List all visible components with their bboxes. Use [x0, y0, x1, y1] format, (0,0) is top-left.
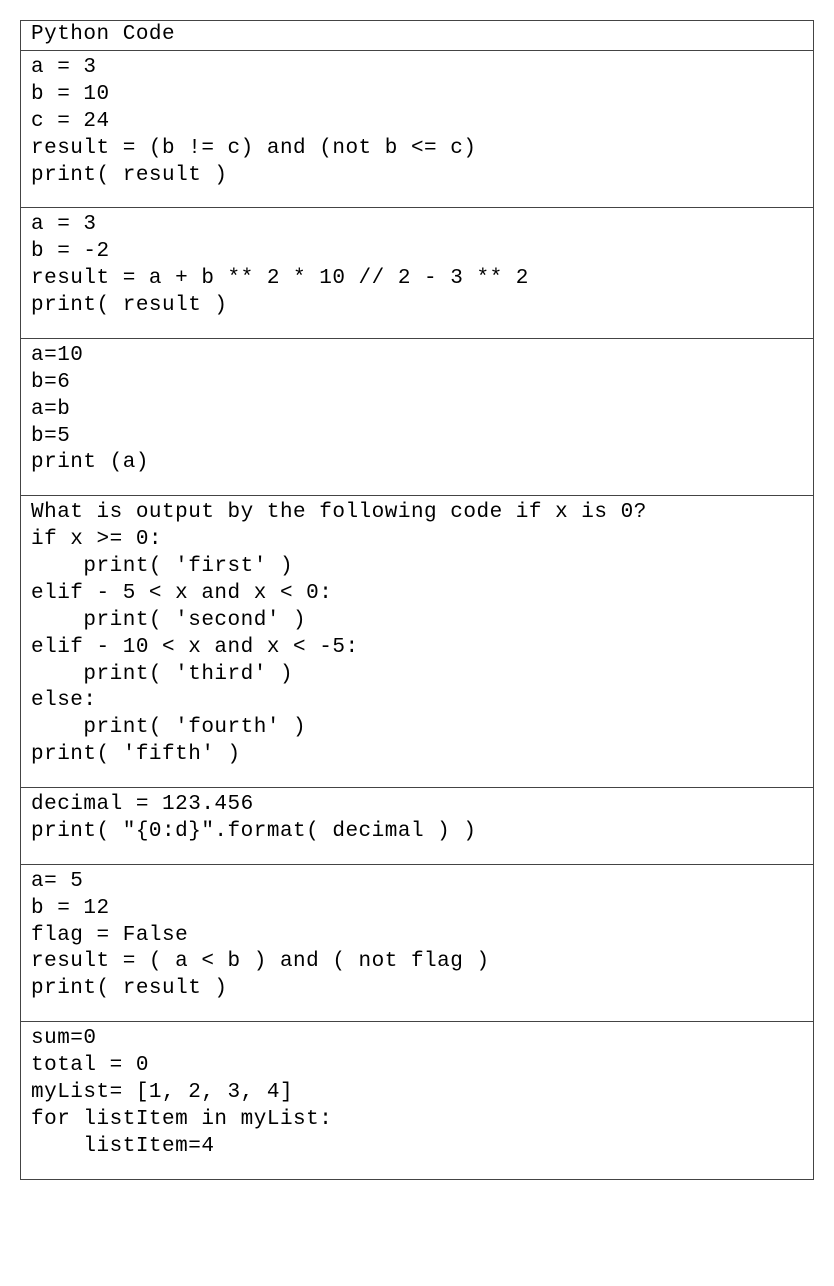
table-row: a = 3 b = -2 result = a + b ** 2 * 10 //… — [21, 208, 813, 339]
code-block: a=10 b=6 a=b b=5 print (a) — [31, 343, 803, 477]
code-block: decimal = 123.456 print( "{0:d}".format(… — [31, 792, 803, 846]
code-table: Python Code a = 3 b = 10 c = 24 result =… — [20, 20, 814, 1180]
code-block: sum=0 total = 0 myList= [1, 2, 3, 4] for… — [31, 1026, 803, 1160]
table-header-cell: Python Code — [21, 21, 813, 51]
code-block: a = 3 b = -2 result = a + b ** 2 * 10 //… — [31, 212, 803, 320]
table-row: a = 3 b = 10 c = 24 result = (b != c) an… — [21, 51, 813, 208]
code-block: a= 5 b = 12 flag = False result = ( a < … — [31, 869, 803, 1003]
table-row: sum=0 total = 0 myList= [1, 2, 3, 4] for… — [21, 1022, 813, 1178]
code-block: What is output by the following code if … — [31, 500, 803, 769]
table-row: a=10 b=6 a=b b=5 print (a) — [21, 339, 813, 496]
table-header-label: Python Code — [31, 23, 175, 46]
table-row: What is output by the following code if … — [21, 496, 813, 788]
code-block: a = 3 b = 10 c = 24 result = (b != c) an… — [31, 55, 803, 189]
table-row: a= 5 b = 12 flag = False result = ( a < … — [21, 865, 813, 1022]
table-row: decimal = 123.456 print( "{0:d}".format(… — [21, 788, 813, 865]
